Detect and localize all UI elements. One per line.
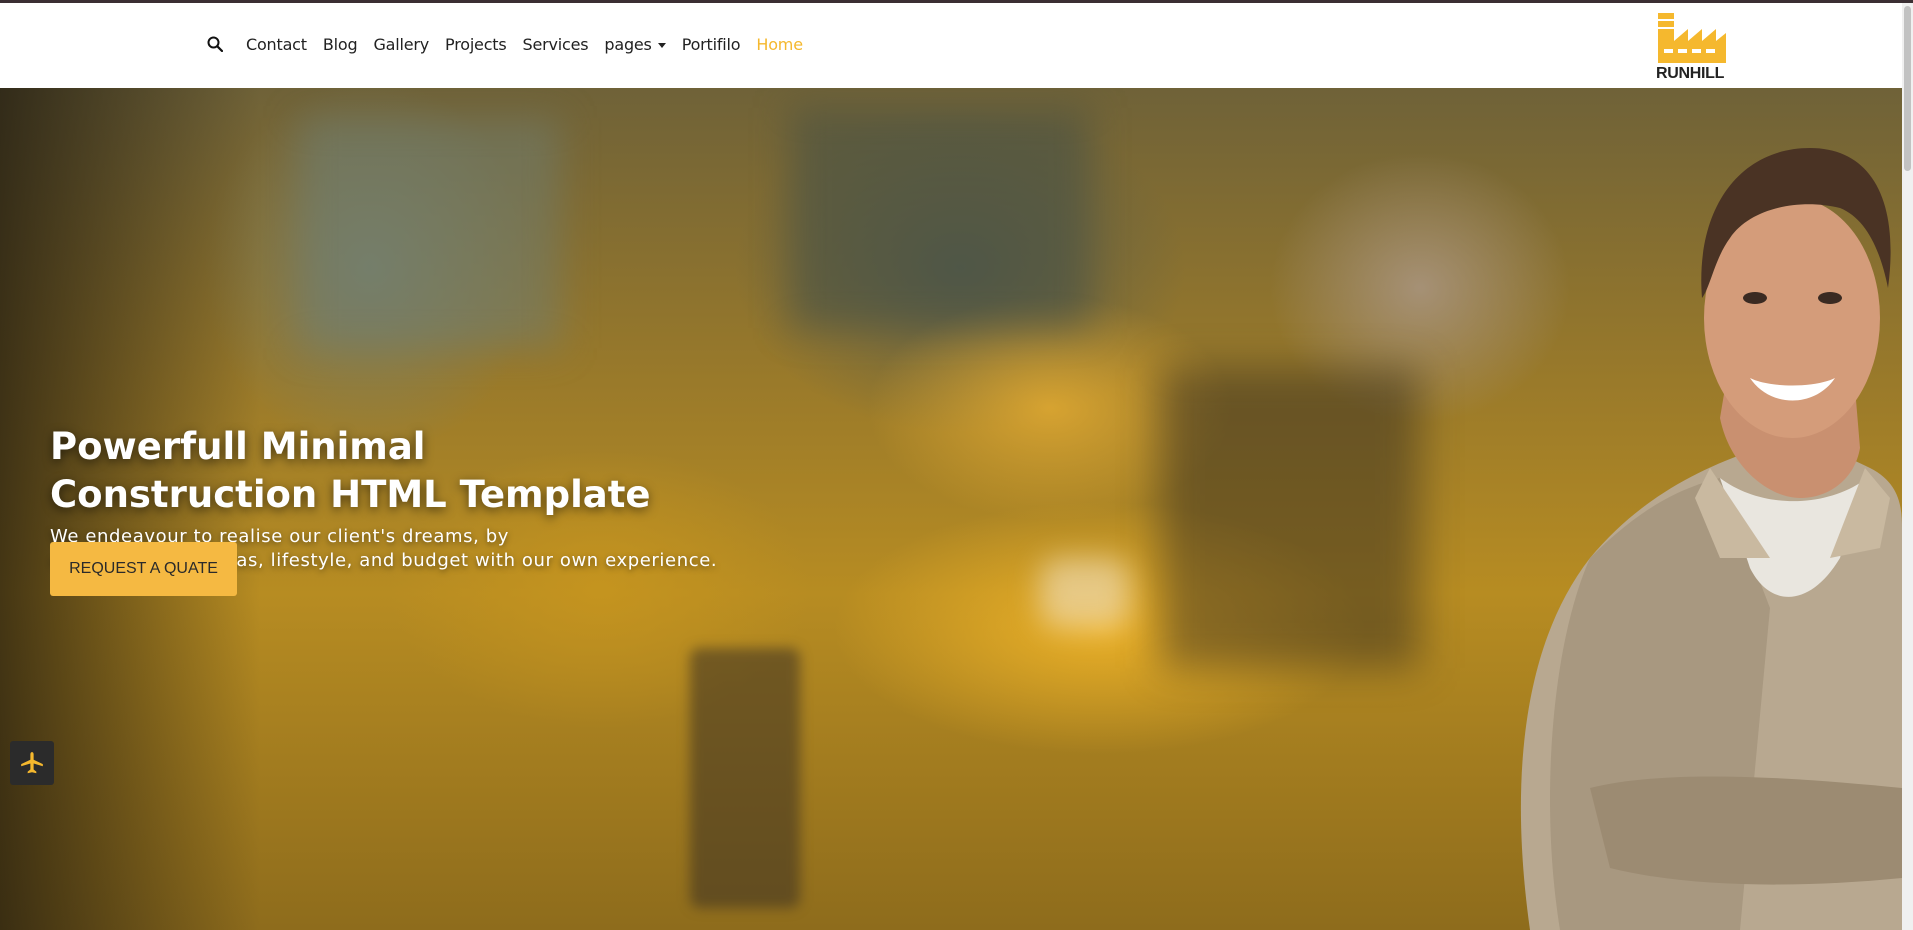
request-quote-button[interactable]: REQUEST A QUATE: [50, 542, 237, 596]
logo-text: RUNHILL: [1655, 65, 1725, 82]
navbar: Contact Blog Gallery Projects Services p…: [0, 3, 1902, 88]
nav-link-services[interactable]: Services: [523, 35, 589, 54]
nav-link-contact[interactable]: Contact: [246, 35, 307, 54]
bg-blur-cab: [1160, 368, 1420, 668]
worker-photo: [1520, 148, 1902, 930]
nav-dropdown-pages-label: pages: [604, 34, 652, 54]
bg-blur-panel: [690, 648, 800, 908]
hero-banner: Powerfull Minimal Construction HTML Temp…: [0, 88, 1902, 930]
bg-blur-window-left: [300, 118, 560, 348]
nav-link-home[interactable]: Home: [756, 35, 803, 54]
nav-dropdown-pages[interactable]: pages: [604, 34, 666, 54]
floating-action-button[interactable]: [10, 741, 54, 785]
bg-blur-lamp: [1040, 558, 1130, 628]
site-logo[interactable]: RUNHILL: [1652, 11, 1728, 85]
caret-down-icon: [657, 42, 666, 48]
hero-title-line2: Construction HTML Template: [50, 473, 651, 516]
nav-link-projects[interactable]: Projects: [445, 35, 507, 54]
scrollbar-thumb[interactable]: [1904, 6, 1911, 171]
search-icon[interactable]: [204, 33, 226, 55]
nav-link-blog[interactable]: Blog: [323, 35, 358, 54]
hero-title-line1: Powerfull Minimal: [50, 425, 426, 468]
scrollbar[interactable]: [1902, 3, 1913, 930]
hero-title: Powerfull Minimal Construction HTML Temp…: [50, 423, 850, 519]
nav-link-portifilo[interactable]: Portifilo: [682, 35, 741, 54]
bg-blur-window-right: [790, 108, 1090, 328]
nav-link-gallery[interactable]: Gallery: [373, 35, 429, 54]
factory-icon: [1658, 13, 1726, 63]
main-nav: Contact Blog Gallery Projects Services p…: [204, 33, 819, 55]
airplane-icon: [21, 752, 43, 774]
